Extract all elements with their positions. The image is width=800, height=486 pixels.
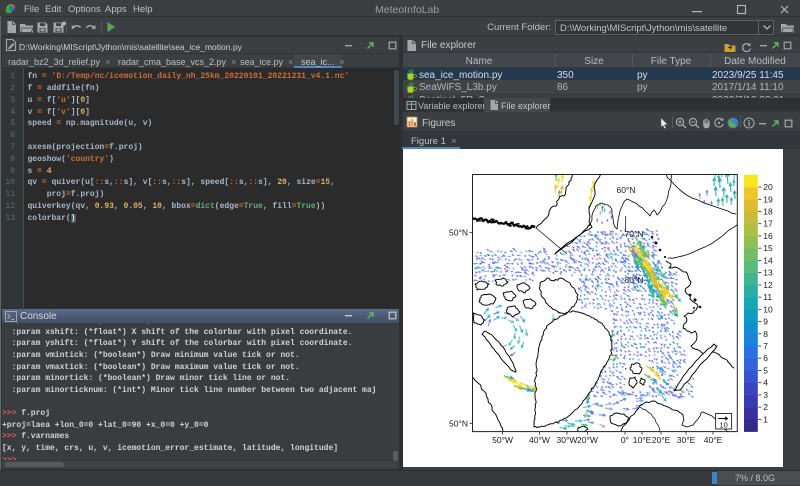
svg-text:14: 14 bbox=[763, 255, 773, 265]
svg-text:16: 16 bbox=[763, 231, 773, 241]
svg-text:4: 4 bbox=[763, 378, 768, 388]
svg-text:11: 11 bbox=[763, 292, 772, 302]
svg-text:20: 20 bbox=[763, 182, 773, 192]
svg-text:40°W: 40°W bbox=[529, 435, 550, 445]
svg-text:17: 17 bbox=[763, 219, 773, 229]
svg-text:9: 9 bbox=[763, 317, 768, 327]
svg-text:50°N: 50°N bbox=[449, 418, 468, 428]
svg-text:1: 1 bbox=[763, 414, 768, 424]
svg-text:18: 18 bbox=[763, 207, 773, 217]
svg-text:30°E: 30°E bbox=[677, 435, 696, 445]
svg-text:12: 12 bbox=[763, 280, 773, 290]
svg-text:10°E: 10°E bbox=[633, 435, 652, 445]
svg-text:13: 13 bbox=[763, 268, 773, 278]
svg-text:0°: 0° bbox=[621, 435, 629, 445]
svg-text:6: 6 bbox=[763, 353, 768, 363]
svg-text:70°N: 70°N bbox=[625, 229, 644, 239]
svg-text:5: 5 bbox=[763, 366, 768, 376]
svg-text:7: 7 bbox=[763, 341, 768, 351]
svg-text:15: 15 bbox=[763, 243, 773, 253]
svg-text:50°N: 50°N bbox=[449, 228, 468, 238]
svg-text:19: 19 bbox=[763, 194, 773, 204]
svg-text:10: 10 bbox=[763, 304, 773, 314]
svg-text:2: 2 bbox=[763, 402, 768, 412]
svg-text:3: 3 bbox=[763, 390, 768, 400]
svg-text:8: 8 bbox=[763, 329, 768, 339]
svg-text:20°W: 20°W bbox=[577, 435, 598, 445]
svg-text:80°N: 80°N bbox=[625, 275, 644, 285]
svg-text:40°E: 40°E bbox=[704, 435, 723, 445]
svg-text:10: 10 bbox=[719, 420, 727, 429]
svg-text:30°W: 30°W bbox=[557, 435, 578, 445]
svg-text:60°N: 60°N bbox=[617, 185, 636, 195]
svg-text:50°W: 50°W bbox=[492, 435, 513, 445]
svg-text:20°E: 20°E bbox=[652, 435, 671, 445]
